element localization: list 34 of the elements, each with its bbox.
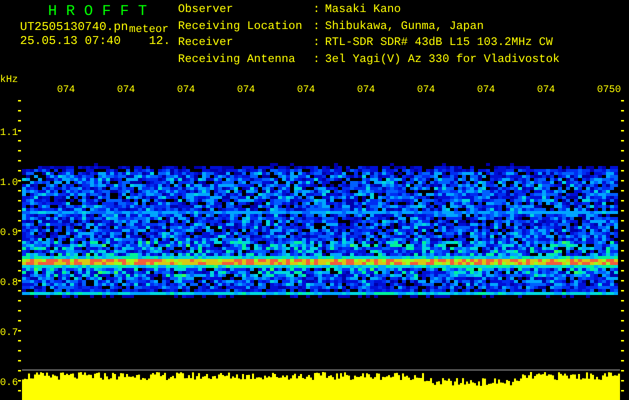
time-label: 074 [477, 85, 496, 96]
frequency-label: 0.7 [0, 328, 18, 339]
field-label: Observer [178, 4, 234, 18]
frequency-label: 1.1 [0, 128, 18, 139]
field-value: Shibukawa, Gunma, Japan [325, 20, 485, 34]
field-separator: : [313, 20, 321, 34]
frequency-label: 0.6 [0, 378, 18, 389]
time-label: 074 [57, 85, 76, 96]
unit-label: kHz [0, 75, 18, 86]
frequency-label: 1.0 [0, 178, 18, 189]
mode-label: meteor [129, 23, 169, 36]
time-label: 074 [297, 85, 316, 96]
file-name: UT2505130740.pn [20, 20, 128, 34]
app-title: H R O F F T [47, 4, 148, 20]
time-label: 074 [237, 85, 256, 96]
field-label: Receiver [178, 37, 234, 51]
timestamp: 25.05.13 07:40 [20, 34, 121, 48]
time-label: 0750 [597, 85, 622, 96]
field-separator: : [313, 54, 321, 68]
field-separator: : [313, 4, 321, 18]
frequency-label: 0.9 [0, 228, 18, 239]
time-label: 074 [177, 85, 196, 96]
time-label: 074 [357, 85, 376, 96]
time-label: 074 [537, 85, 556, 96]
field-value: RTL-SDR SDR# 43dB L15 103.2MHz CW [325, 37, 554, 51]
field-label: Receiving Location [178, 20, 304, 34]
count-value: 12. [148, 34, 170, 48]
field-value: 3el Yagi(V) Az 330 for Vladivostok [325, 54, 560, 68]
frequency-label: 0.8 [0, 278, 18, 289]
field-value: Masaki Kano [325, 4, 402, 18]
time-label: 074 [117, 85, 136, 96]
field-separator: : [313, 37, 321, 51]
field-label: Receiving Antenna [178, 54, 296, 68]
time-label: 074 [417, 85, 436, 96]
